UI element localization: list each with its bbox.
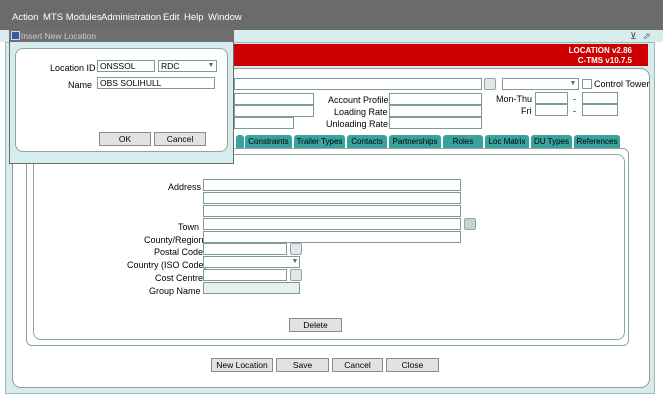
dialog-title: Insert New Location bbox=[21, 31, 97, 41]
postal-code-field[interactable] bbox=[203, 243, 287, 255]
address-line3-field[interactable] bbox=[203, 205, 461, 217]
cost-centre-label: Cost Centre bbox=[155, 273, 204, 283]
cost-centre-lov-button[interactable] bbox=[290, 269, 302, 281]
mon-thu-dash: - bbox=[573, 94, 576, 104]
menu-window[interactable]: Window bbox=[208, 12, 242, 23]
location-id-label: Location ID bbox=[50, 63, 96, 73]
group-name-label: Group Name bbox=[149, 286, 201, 296]
account-profile-field[interactable] bbox=[389, 93, 482, 105]
mon-thu-to-field[interactable] bbox=[582, 92, 618, 104]
window-restore-icon[interactable]: ⬀ bbox=[643, 31, 651, 42]
group-name-field bbox=[203, 282, 300, 294]
postal-code-lov-button[interactable] bbox=[290, 243, 302, 255]
county-region-label: County/Region bbox=[144, 235, 204, 245]
menu-administration[interactable]: Administration bbox=[101, 12, 161, 23]
tab-hidden[interactable] bbox=[236, 135, 244, 148]
menu-action[interactable]: Action bbox=[12, 12, 38, 23]
location-description-field[interactable] bbox=[234, 78, 482, 90]
left-field-row4[interactable] bbox=[234, 117, 294, 129]
unloading-rate-label: Unloading Rate bbox=[326, 119, 389, 129]
close-button[interactable]: Close bbox=[386, 358, 439, 372]
menu-edit[interactable]: Edit bbox=[163, 12, 179, 23]
address-label: Address bbox=[168, 182, 202, 192]
name-label: Name bbox=[68, 80, 93, 90]
menu-help[interactable]: Help bbox=[184, 12, 204, 23]
postal-code-label: Postal Code bbox=[154, 247, 204, 257]
ok-button[interactable]: OK bbox=[99, 132, 151, 146]
loading-rate-field[interactable] bbox=[389, 105, 482, 117]
loading-rate-label: Loading Rate bbox=[334, 107, 388, 117]
fri-label: Fri bbox=[521, 106, 532, 116]
tab-references[interactable]: References bbox=[574, 135, 620, 148]
name-input[interactable]: OBS SOLIHULL bbox=[97, 77, 215, 89]
window-minimize-icon[interactable]: ⊻ bbox=[630, 31, 637, 42]
address-line2-field[interactable] bbox=[203, 192, 461, 204]
county-region-field[interactable] bbox=[203, 231, 461, 243]
chevron-down-icon[interactable]: ▼ bbox=[568, 78, 578, 89]
menu-mts-modules[interactable]: MTS Modules bbox=[43, 12, 102, 23]
module-name: LOCATION v2.86 bbox=[568, 46, 632, 55]
address-line1-field[interactable] bbox=[203, 179, 461, 191]
mon-thu-from-field[interactable] bbox=[535, 92, 568, 104]
tab-partnerships[interactable]: Partnerships bbox=[389, 135, 441, 148]
tab-contacts[interactable]: Contacts bbox=[347, 135, 387, 148]
mon-thu-label: Mon-Thu bbox=[496, 94, 533, 104]
dialog-cancel-button[interactable]: Cancel bbox=[154, 132, 206, 146]
town-label: Town bbox=[178, 222, 200, 232]
control-tower-checkbox[interactable] bbox=[582, 79, 592, 89]
system-version: C-TMS v10.7.5 bbox=[577, 56, 632, 65]
tab-trailer-types[interactable]: Trailer Types bbox=[294, 135, 345, 148]
app-window-icon bbox=[11, 31, 20, 40]
cancel-button[interactable]: Cancel bbox=[332, 358, 383, 372]
location-id-input[interactable]: ONSSOL bbox=[97, 60, 155, 72]
new-location-button[interactable]: New Location bbox=[211, 358, 273, 372]
fri-from-field[interactable] bbox=[535, 104, 568, 116]
chevron-down-icon[interactable]: ▼ bbox=[290, 256, 300, 267]
tab-du-types[interactable]: DU Types bbox=[531, 135, 572, 148]
chevron-down-icon[interactable]: ▼ bbox=[206, 60, 216, 71]
left-field-row2[interactable] bbox=[234, 93, 314, 105]
control-tower-label: Control Tower bbox=[594, 79, 650, 89]
tab-roles[interactable]: Roles bbox=[443, 135, 483, 148]
country-iso-label: Country (ISO Code) bbox=[127, 260, 207, 270]
cost-centre-field[interactable] bbox=[203, 269, 287, 281]
save-button[interactable]: Save bbox=[276, 358, 329, 372]
unloading-rate-field[interactable] bbox=[389, 117, 482, 129]
left-field-row3[interactable] bbox=[234, 105, 314, 117]
tab-loc-matrix[interactable]: Loc Matrix bbox=[485, 135, 529, 148]
module-header-bar: LOCATION v2.86 C-TMS v10.7.5 bbox=[230, 44, 648, 66]
tab-constraints[interactable]: Constraints bbox=[245, 135, 292, 148]
description-lov-button[interactable] bbox=[484, 78, 496, 90]
delete-button[interactable]: Delete bbox=[289, 318, 342, 332]
account-profile-label: Account Profile bbox=[328, 95, 389, 105]
fri-to-field[interactable] bbox=[582, 104, 618, 116]
town-lov-button[interactable] bbox=[464, 218, 476, 230]
fri-dash: - bbox=[573, 106, 576, 116]
country-iso-select[interactable] bbox=[203, 256, 300, 268]
town-field[interactable] bbox=[203, 218, 461, 230]
